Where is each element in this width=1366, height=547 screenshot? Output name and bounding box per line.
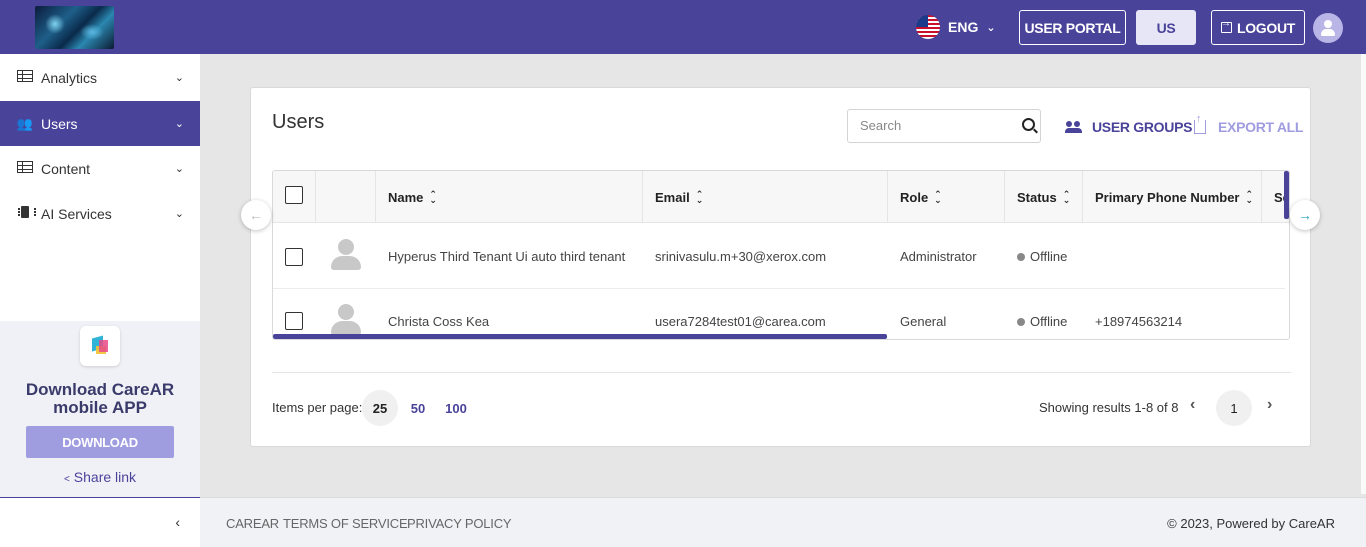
- export-all-button[interactable]: EXPORT ALL: [1194, 113, 1303, 135]
- sidebar-item-label: AI Services: [41, 205, 112, 222]
- cell-status: Offline: [1017, 289, 1067, 339]
- company-logo[interactable]: [35, 6, 114, 49]
- region-button[interactable]: US: [1136, 10, 1196, 45]
- items-per-page-label: Items per page:: [272, 400, 363, 415]
- logout-button[interactable]: LOGOUT: [1211, 10, 1305, 45]
- cell-name: Christa Coss Kea: [388, 314, 490, 329]
- users-table: Name ⌃ ⌄ Email ⌃ ⌄ Role ⌃ ⌄ Status ⌃ ⌄ Prima…: [272, 170, 1290, 340]
- users-panel: Users USER GROUPS EXPORT ALL Name ⌃⌄ Ema…: [250, 87, 1311, 447]
- user-avatar[interactable]: [1313, 13, 1343, 43]
- scroll-right-arrow-icon[interactable]: →: [1290, 200, 1320, 230]
- search-icon[interactable]: [1022, 118, 1035, 131]
- sort-icon: ⌃ ⌄: [695, 189, 704, 205]
- status-dot-icon: [1017, 317, 1025, 326]
- table-icon: [16, 161, 34, 176]
- scroll-left-arrow-icon[interactable]: ←: [241, 200, 271, 230]
- user-avatar-icon: [331, 304, 361, 336]
- table-row[interactable]: Hyperus Third Tenant Ui auto third tenan…: [273, 224, 1285, 289]
- footer-link-privacy[interactable]: PRIVACY POLICY: [407, 516, 512, 531]
- chip-icon: [16, 206, 36, 221]
- table-header: Name ⌃ ⌄ Email ⌃ ⌄ Role ⌃ ⌄ Status ⌃ ⌄ Prima…: [273, 171, 1289, 223]
- column-header-status[interactable]: Status ⌃ ⌄: [1005, 171, 1083, 223]
- page-size-option-25[interactable]: 25: [362, 390, 398, 426]
- sidebar-item-users[interactable]: 👥 Users ⌄: [0, 101, 200, 146]
- cell-email: usera7284test01@carea.com: [655, 314, 826, 329]
- header-checkbox-cell: [273, 171, 316, 223]
- collapse-sidebar-icon[interactable]: ‹: [175, 514, 180, 530]
- user-avatar-icon: [331, 239, 361, 271]
- cell-email: srinivasulu.m+30@xerox.com: [655, 249, 827, 264]
- top-bar: ENG ⌄ USER PORTAL US LOGOUT: [0, 0, 1366, 54]
- horizontal-scrollbar[interactable]: [273, 334, 887, 339]
- user-groups-button[interactable]: USER GROUPS: [1065, 119, 1192, 135]
- share-link[interactable]: < Share link: [0, 469, 200, 485]
- chevron-down-icon: ⌄: [986, 21, 996, 34]
- page-title: Users: [272, 111, 325, 133]
- previous-page-icon[interactable]: ‹: [1190, 396, 1195, 414]
- header-avatar-cell: [316, 171, 376, 223]
- users-icon: 👥: [16, 115, 34, 131]
- table-icon: [16, 70, 34, 85]
- status-dot-icon: [1017, 252, 1025, 261]
- sort-icon: ⌃ ⌄: [1062, 189, 1071, 205]
- page-scrollbar[interactable]: [1361, 54, 1366, 494]
- cell-role: General: [900, 314, 947, 329]
- sidebar: Analytics ⌄ 👥 Users ⌄ Content ⌄ AI Servi…: [0, 54, 200, 547]
- row-checkbox[interactable]: [285, 312, 303, 330]
- page-size-option-100[interactable]: 100: [438, 390, 474, 426]
- share-icon: <: [63, 474, 70, 485]
- column-header-primary-phone[interactable]: Primary Phone Number ⌃ ⌄: [1083, 171, 1262, 223]
- sidebar-item-label: Content: [41, 160, 91, 177]
- logout-icon: [1220, 18, 1232, 33]
- language-selector[interactable]: ENG ⌄: [916, 14, 996, 40]
- table-row[interactable]: Christa Coss Kea usera7284test01@carea.c…: [273, 289, 1285, 339]
- footer: CAREAR TERMS OF SERVICE PRIVACY POLICY ©…: [200, 497, 1366, 547]
- column-header-name[interactable]: Name ⌃ ⌄: [376, 171, 643, 223]
- next-page-icon[interactable]: ›: [1267, 396, 1272, 414]
- results-count: Showing results 1-8 of 8: [1039, 400, 1179, 415]
- copyright-text: © 2023, Powered by CareAR: [1167, 516, 1335, 531]
- us-flag-icon: [916, 15, 940, 39]
- logout-label: LOGOUT: [1236, 19, 1296, 36]
- footer-link-terms[interactable]: TERMS OF SERVICE: [283, 516, 408, 531]
- cell-phone: +18974563214: [1095, 314, 1183, 329]
- column-header-role[interactable]: Role ⌃ ⌄: [888, 171, 1005, 223]
- sort-icon: ⌃ ⌄: [934, 189, 942, 205]
- vertical-scrollbar[interactable]: [1284, 171, 1289, 219]
- cell-name: Hyperus Third Tenant Ui auto third tenan…: [388, 249, 626, 264]
- mobile-app-promo: Download CareAR mobile APP DOWNLOAD < Sha…: [0, 321, 200, 497]
- column-header-email[interactable]: Email ⌃ ⌄: [643, 171, 888, 223]
- promo-title: Download CareAR mobile APP: [25, 380, 175, 417]
- divider: [272, 372, 1291, 373]
- user-groups-icon: [1065, 121, 1083, 133]
- carear-app-icon: [80, 326, 120, 366]
- search-box: [847, 109, 1041, 143]
- download-button[interactable]: DOWNLOAD: [26, 426, 174, 458]
- chevron-down-icon: ⌄: [174, 118, 184, 130]
- footer-link-carear[interactable]: CAREAR: [226, 516, 279, 531]
- sort-icon: ⌃ ⌄: [429, 189, 437, 205]
- cell-status: Offline: [1017, 224, 1067, 289]
- page-size-option-50[interactable]: 50: [400, 390, 436, 426]
- sidebar-item-ai-services[interactable]: AI Services ⌄: [0, 191, 200, 236]
- language-label: ENG: [948, 19, 979, 35]
- chevron-down-icon: ⌄: [174, 208, 184, 220]
- row-checkbox[interactable]: [285, 248, 303, 266]
- sidebar-item-analytics[interactable]: Analytics ⌄: [0, 55, 200, 100]
- search-input[interactable]: [860, 118, 1010, 133]
- page-number-button[interactable]: 1: [1216, 390, 1252, 426]
- sidebar-item-content[interactable]: Content ⌄: [0, 146, 200, 191]
- chevron-down-icon: ⌄: [174, 163, 184, 175]
- sort-icon: ⌃ ⌄: [1245, 189, 1254, 205]
- sidebar-item-label: Users: [41, 115, 78, 132]
- sidebar-item-label: Analytics: [41, 69, 98, 86]
- export-icon: [1194, 113, 1206, 134]
- select-all-checkbox[interactable]: [285, 186, 303, 204]
- sidebar-collapse-bar: ‹: [0, 497, 200, 547]
- chevron-down-icon: ⌄: [174, 72, 184, 84]
- cell-role: Administrator: [900, 249, 977, 264]
- user-portal-button[interactable]: USER PORTAL: [1019, 10, 1126, 45]
